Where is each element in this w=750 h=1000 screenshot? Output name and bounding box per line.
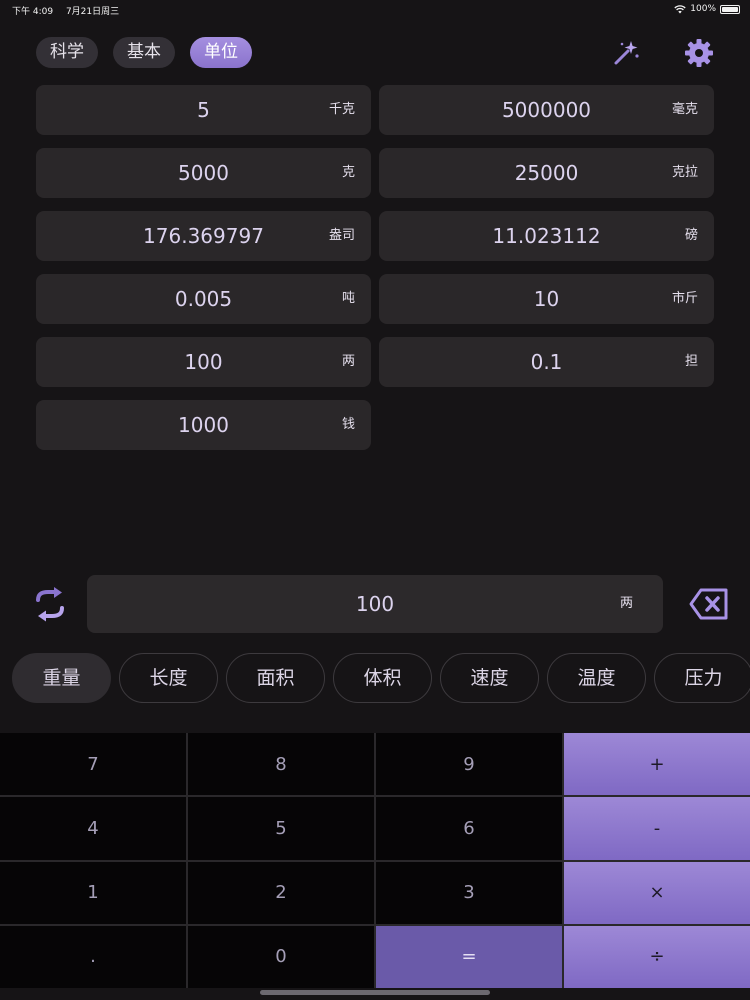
battery-icon bbox=[720, 4, 740, 14]
category-area[interactable]: 面积 bbox=[226, 653, 325, 703]
category-length[interactable]: 长度 bbox=[119, 653, 218, 703]
status-left: 下午 4:09 7月21日周三 bbox=[12, 4, 129, 17]
key-4[interactable]: 4 bbox=[0, 797, 186, 860]
category-volume[interactable]: 体积 bbox=[333, 653, 432, 703]
status-time: 下午 4:09 bbox=[12, 7, 54, 17]
status-date: 7月21日周三 bbox=[65, 7, 120, 17]
battery-percent: 100% bbox=[690, 4, 716, 14]
result-card-qian[interactable]: 1000 钱 bbox=[36, 400, 371, 450]
swap-arrows-icon[interactable] bbox=[32, 586, 68, 622]
result-unit: 钱 bbox=[341, 417, 355, 432]
tab-basic[interactable]: 基本 bbox=[113, 37, 175, 68]
backspace-icon[interactable] bbox=[689, 587, 729, 621]
gear-icon[interactable] bbox=[684, 38, 714, 68]
result-unit: 磅 bbox=[684, 228, 698, 243]
mode-tabs: 科学 基本 单位 bbox=[36, 37, 252, 68]
result-value: 0.005 bbox=[174, 287, 233, 311]
result-value: 100 bbox=[184, 350, 223, 374]
key-5[interactable]: 5 bbox=[188, 797, 374, 860]
input-unit[interactable]: 两 bbox=[620, 575, 633, 633]
key-8[interactable]: 8 bbox=[188, 733, 374, 796]
key-9[interactable]: 9 bbox=[376, 733, 562, 796]
tab-scientific[interactable]: 科学 bbox=[36, 37, 98, 68]
key-3[interactable]: 3 bbox=[376, 861, 562, 924]
result-unit: 吨 bbox=[341, 291, 355, 306]
key-0[interactable]: 0 bbox=[188, 925, 374, 988]
category-speed[interactable]: 速度 bbox=[440, 653, 539, 703]
result-card-jin[interactable]: 10 市斤 bbox=[379, 274, 714, 324]
category-weight[interactable]: 重量 bbox=[12, 653, 111, 703]
category-track: 重量 长度 面积 体积 速度 温度 压力 bbox=[12, 653, 750, 703]
key-plus[interactable]: + bbox=[564, 733, 750, 796]
key-equals[interactable]: = bbox=[376, 925, 562, 988]
result-value: 5 bbox=[197, 98, 210, 122]
home-indicator bbox=[260, 990, 490, 995]
tab-unit[interactable]: 单位 bbox=[190, 37, 252, 68]
result-unit: 市斤 bbox=[671, 291, 698, 306]
key-6[interactable]: 6 bbox=[376, 797, 562, 860]
result-card-kilogram[interactable]: 5 千克 bbox=[36, 85, 371, 135]
result-card-carat[interactable]: 25000 克拉 bbox=[379, 148, 714, 198]
key-decimal[interactable]: . bbox=[0, 925, 186, 988]
result-card-pound[interactable]: 11.023112 磅 bbox=[379, 211, 714, 261]
input-value: 100 bbox=[355, 592, 395, 616]
category-row[interactable]: 重量 长度 面积 体积 速度 温度 压力 bbox=[12, 653, 750, 703]
wifi-icon bbox=[674, 4, 686, 13]
keypad: 7 8 9 + 4 5 6 - 1 2 3 × . 0 = ÷ bbox=[0, 733, 750, 988]
key-multiply[interactable]: × bbox=[564, 861, 750, 924]
status-right: 100% bbox=[674, 4, 740, 14]
result-value: 176.369797 bbox=[143, 224, 264, 248]
key-7[interactable]: 7 bbox=[0, 733, 186, 796]
result-card-ounce[interactable]: 176.369797 盎司 bbox=[36, 211, 371, 261]
status-bar: 下午 4:09 7月21日周三 100% bbox=[0, 0, 750, 18]
result-unit: 克拉 bbox=[671, 165, 698, 180]
key-1[interactable]: 1 bbox=[0, 861, 186, 924]
result-card-liang[interactable]: 100 两 bbox=[36, 337, 371, 387]
result-card-milligram[interactable]: 5000000 毫克 bbox=[379, 85, 714, 135]
category-pressure[interactable]: 压力 bbox=[654, 653, 750, 703]
result-card-gram[interactable]: 5000 克 bbox=[36, 148, 371, 198]
result-value: 10 bbox=[533, 287, 560, 311]
result-value: 0.1 bbox=[530, 350, 563, 374]
result-unit: 毫克 bbox=[671, 102, 698, 117]
result-value: 1000 bbox=[178, 413, 229, 437]
result-unit: 盎司 bbox=[328, 228, 355, 243]
result-value: 25000 bbox=[514, 161, 579, 185]
category-temperature[interactable]: 温度 bbox=[547, 653, 646, 703]
key-minus[interactable]: - bbox=[564, 797, 750, 860]
key-divide[interactable]: ÷ bbox=[564, 925, 750, 988]
result-value: 5000000 bbox=[501, 98, 592, 122]
result-unit: 克 bbox=[341, 165, 355, 180]
result-value: 5000 bbox=[178, 161, 229, 185]
unit-input[interactable]: 100 两 bbox=[87, 575, 663, 633]
result-card-ton[interactable]: 0.005 吨 bbox=[36, 274, 371, 324]
result-unit: 千克 bbox=[328, 102, 355, 117]
result-unit: 两 bbox=[341, 354, 355, 369]
result-unit: 担 bbox=[684, 354, 698, 369]
result-value: 11.023112 bbox=[492, 224, 601, 248]
key-2[interactable]: 2 bbox=[188, 861, 374, 924]
magic-wand-icon[interactable] bbox=[611, 38, 641, 68]
result-card-dan[interactable]: 0.1 担 bbox=[379, 337, 714, 387]
